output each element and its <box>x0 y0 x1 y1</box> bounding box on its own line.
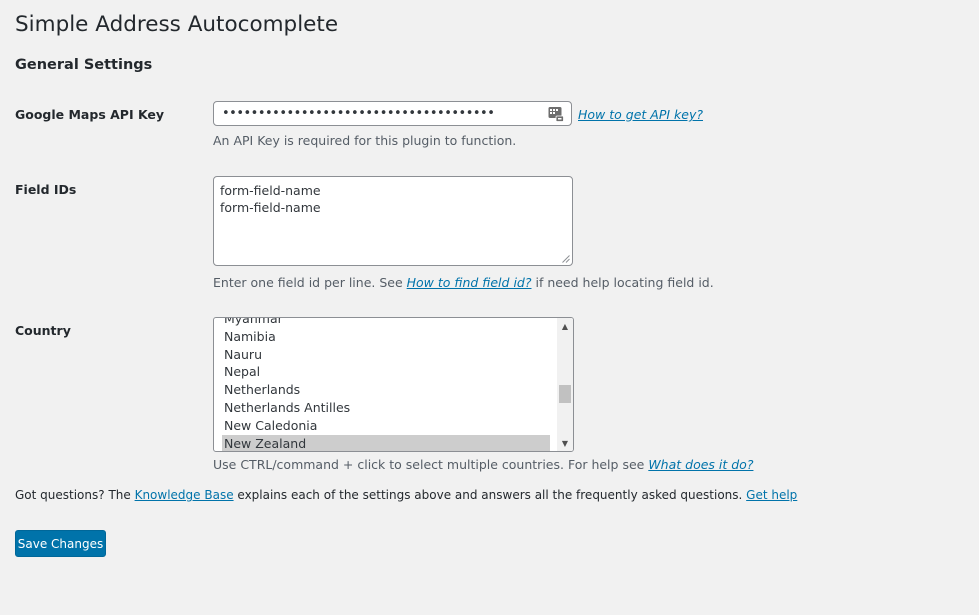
country-option[interactable]: Netherlands Antilles <box>222 399 550 417</box>
field-id-line: form-field-name <box>220 183 321 198</box>
page-title: Simple Address Autocomplete <box>15 12 339 37</box>
country-description: Use CTRL/command + click to select multi… <box>213 457 753 472</box>
scrollbar-thumb[interactable] <box>559 385 571 403</box>
knowledge-base-link[interactable]: Knowledge Base <box>135 488 234 502</box>
field-id-line: form-field-name <box>220 200 321 215</box>
save-changes-button[interactable]: Save Changes <box>15 530 106 557</box>
keypad-icon[interactable] <box>548 106 564 122</box>
scroll-down-icon[interactable]: ▼ <box>557 435 573 451</box>
get-help-link[interactable]: Get help <box>746 488 797 502</box>
section-title: General Settings <box>15 57 153 73</box>
field-ids-description: Enter one field id per line. See How to … <box>213 275 714 290</box>
country-option[interactable]: New Caledonia <box>222 417 550 435</box>
field-ids-desc-text-after: if need help locating field id. <box>531 275 714 290</box>
country-option[interactable]: Netherlands <box>222 381 550 399</box>
country-option-selected[interactable]: New Zealand <box>222 434 550 451</box>
country-select[interactable]: Myanmar Namibia Nauru Nepal Netherlands … <box>213 317 574 452</box>
api-key-input[interactable]: •••••••••••••••••••••••••••••••••••••• <box>213 101 572 126</box>
field-ids-textarea[interactable]: form-field-name form-field-name <box>213 176 573 266</box>
help-text-middle: explains each of the settings above and … <box>233 488 747 502</box>
resize-handle-icon[interactable] <box>562 255 570 263</box>
scroll-up-icon[interactable]: ▲ <box>557 318 573 334</box>
country-option[interactable]: Nepal <box>222 363 550 381</box>
api-key-description: An API Key is required for this plugin t… <box>213 133 517 148</box>
help-text-intro: Got questions? The <box>15 488 135 502</box>
country-option[interactable]: Myanmar <box>222 318 550 328</box>
api-key-masked-value: •••••••••••••••••••••••••••••••••••••• <box>222 106 495 121</box>
country-option[interactable]: Namibia <box>222 328 550 346</box>
api-key-label: Google Maps API Key <box>15 107 165 122</box>
field-ids-label: Field IDs <box>15 182 77 197</box>
how-to-find-field-id-link[interactable]: How to find field id? <box>407 275 532 290</box>
country-label: Country <box>15 323 71 338</box>
how-to-get-api-key-link[interactable]: How to get API key? <box>578 107 703 122</box>
country-options: Myanmar Namibia Nauru Nepal Netherlands … <box>222 318 550 451</box>
what-does-it-do-link[interactable]: What does it do? <box>648 457 753 472</box>
country-scrollbar[interactable]: ▲ ▼ <box>557 318 573 451</box>
country-option[interactable]: Nauru <box>222 346 550 364</box>
country-desc-text: Use CTRL/command + click to select multi… <box>213 457 649 472</box>
field-ids-desc-text: Enter one field id per line. See <box>213 275 407 290</box>
help-text: Got questions? The Knowledge Base explai… <box>15 488 797 502</box>
